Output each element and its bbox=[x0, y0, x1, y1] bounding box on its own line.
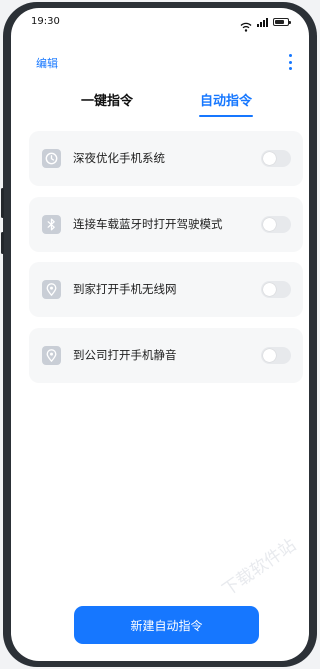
edit-button[interactable]: 编辑 bbox=[36, 55, 58, 71]
volume-button bbox=[1, 188, 4, 218]
command-toggle[interactable] bbox=[261, 281, 291, 298]
command-card-office-silent[interactable]: 到公司打开手机静音 bbox=[29, 328, 303, 383]
location-icon bbox=[42, 280, 61, 299]
power-button bbox=[1, 232, 4, 254]
phone-frame: 19:30 编辑 一键指令 自动指令 深夜优化手机系统 连接车载蓝牙时打开驾驶模… bbox=[1, 2, 317, 667]
new-auto-command-button[interactable]: 新建自动指令 bbox=[74, 606, 259, 644]
status-time: 19:30 bbox=[31, 16, 60, 27]
battery-icon bbox=[273, 18, 291, 26]
watermark: 下载软件站 bbox=[218, 535, 300, 601]
command-label: 到家打开手机无线网 bbox=[73, 282, 177, 296]
signal-icon bbox=[257, 17, 268, 27]
bluetooth-icon bbox=[42, 215, 61, 234]
command-label: 深夜优化手机系统 bbox=[73, 151, 165, 165]
tab-auto-commands[interactable]: 自动指令 bbox=[200, 90, 252, 109]
active-tab-indicator bbox=[199, 115, 253, 117]
wifi-icon bbox=[240, 17, 252, 32]
app-screen: 19:30 编辑 一键指令 自动指令 深夜优化手机系统 连接车载蓝牙时打开驾驶模… bbox=[11, 8, 309, 661]
command-label: 到公司打开手机静音 bbox=[73, 348, 177, 362]
clock-icon bbox=[42, 149, 61, 168]
command-card-home-wifi[interactable]: 到家打开手机无线网 bbox=[29, 262, 303, 317]
tab-bar: 一键指令 自动指令 bbox=[11, 90, 309, 124]
command-card-night-optimize[interactable]: 深夜优化手机系统 bbox=[29, 131, 303, 186]
location-icon bbox=[42, 346, 61, 365]
command-toggle[interactable] bbox=[261, 150, 291, 167]
status-icons bbox=[240, 15, 291, 32]
more-options-icon[interactable] bbox=[285, 54, 295, 70]
tab-one-tap-commands[interactable]: 一键指令 bbox=[81, 90, 133, 109]
command-toggle[interactable] bbox=[261, 216, 291, 233]
command-toggle[interactable] bbox=[261, 347, 291, 364]
command-card-car-bluetooth[interactable]: 连接车载蓝牙时打开驾驶模式 bbox=[29, 197, 303, 252]
command-label: 连接车载蓝牙时打开驾驶模式 bbox=[73, 217, 223, 231]
status-bar: 19:30 bbox=[11, 8, 309, 36]
